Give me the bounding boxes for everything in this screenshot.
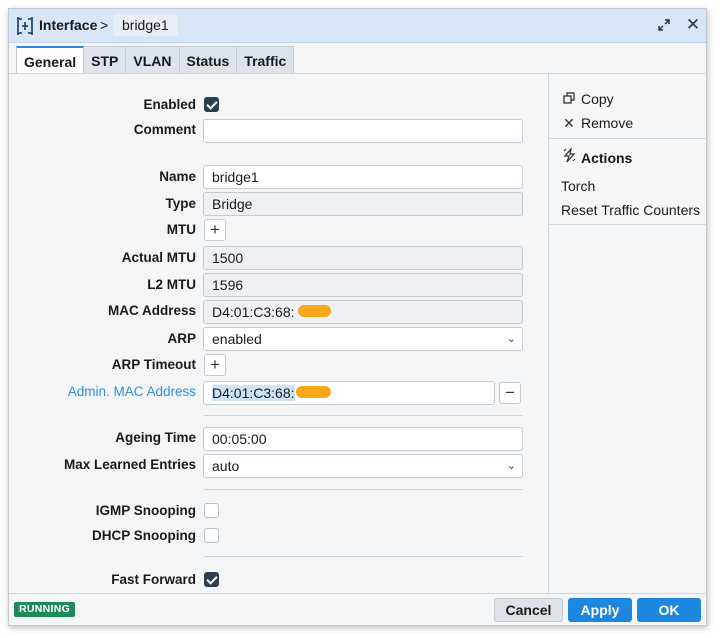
window-title: Interface <box>39 17 98 33</box>
tab-vlan[interactable]: VLAN <box>126 46 180 74</box>
cancel-button[interactable]: Cancel <box>494 598 563 622</box>
igmp-snooping-label: IGMP Snooping <box>95 503 196 518</box>
mac-address-value: D4:01:C3:68: <box>212 304 295 320</box>
ok-button[interactable]: OK <box>637 598 701 622</box>
interface-window: Interface > bridge1 ✕ General STP VLAN S… <box>8 8 707 626</box>
dialog-footer: RUNNING Cancel Apply OK <box>9 593 706 625</box>
side-divider <box>549 224 707 225</box>
l2-mtu-label: L2 MTU <box>147 277 196 292</box>
fast-forward-checkbox[interactable] <box>204 572 219 587</box>
max-learned-select[interactable]: auto ⌄ <box>203 454 523 478</box>
remove-label: Remove <box>581 115 634 131</box>
ageing-time-field[interactable]: 00:05:00 <box>203 427 523 451</box>
close-icon[interactable]: ✕ <box>685 16 701 34</box>
mtu-add-button[interactable]: + <box>204 219 226 241</box>
arp-value: enabled <box>212 331 262 347</box>
torch-button[interactable]: Torch <box>561 178 595 194</box>
mac-address-label: MAC Address <box>107 303 196 318</box>
section-divider <box>204 415 523 416</box>
copy-label: Copy <box>581 91 614 107</box>
side-panel: Copy ✕ Remove Actions Torch Reset Traffic… <box>548 73 707 593</box>
tab-traffic[interactable]: Traffic <box>237 46 295 74</box>
admin-mac-value: D4:01:C3:68: <box>212 385 295 401</box>
mac-address-field: D4:01:C3:68: <box>203 300 523 324</box>
chevron-down-icon: ⌄ <box>506 333 516 345</box>
general-form: Enabled Comment Name bridge1 Type Bridge… <box>9 73 548 593</box>
reset-traffic-counters-button[interactable]: Reset Traffic Counters <box>561 202 700 218</box>
type-field: Bridge <box>203 192 523 216</box>
tab-bar: General STP VLAN Status Traffic <box>16 46 295 74</box>
tab-general[interactable]: General <box>16 46 85 74</box>
remove-button[interactable]: ✕ Remove <box>561 115 633 132</box>
actions-label: Actions <box>581 150 633 166</box>
copy-icon <box>561 91 577 107</box>
window-titlebar[interactable]: Interface > bridge1 ✕ <box>9 9 706 43</box>
admin-mac-label: Admin. MAC Address <box>67 384 196 399</box>
side-divider <box>549 138 707 139</box>
mtu-label: MTU <box>166 222 196 237</box>
l2-mtu-field: 1596 <box>203 273 523 297</box>
section-divider <box>204 489 523 490</box>
actual-mtu-field: 1500 <box>203 246 523 270</box>
actual-mtu-label: Actual MTU <box>121 250 196 265</box>
arp-timeout-label: ARP Timeout <box>111 357 196 372</box>
comment-label: Comment <box>133 122 196 137</box>
expand-icon[interactable] <box>657 18 671 32</box>
admin-mac-field[interactable]: D4:01:C3:68: <box>203 381 495 405</box>
actions-heading: Actions <box>561 146 633 166</box>
status-badge: RUNNING <box>14 602 76 617</box>
arp-label: ARP <box>167 331 196 346</box>
igmp-snooping-checkbox[interactable] <box>204 503 219 518</box>
max-learned-label: Max Learned Entries <box>63 457 196 472</box>
name-field[interactable]: bridge1 <box>203 165 523 189</box>
type-label: Type <box>165 196 196 211</box>
dhcp-snooping-checkbox[interactable] <box>204 528 219 543</box>
redaction-mark <box>296 386 331 398</box>
max-learned-value: auto <box>212 458 240 474</box>
tab-stp[interactable]: STP <box>84 46 127 74</box>
close-icon: ✕ <box>563 115 575 131</box>
breadcrumb-separator: > <box>100 17 109 33</box>
enabled-checkbox[interactable] <box>204 97 219 112</box>
arp-timeout-add-button[interactable]: + <box>204 354 226 376</box>
tab-status[interactable]: Status <box>179 46 238 74</box>
chevron-down-icon: ⌄ <box>506 460 516 472</box>
interface-icon <box>15 15 35 37</box>
lightning-icon <box>561 146 577 166</box>
admin-mac-remove-button[interactable]: − <box>499 382 521 404</box>
section-divider <box>204 556 523 557</box>
name-label: Name <box>159 169 196 184</box>
redaction-mark <box>298 305 331 317</box>
dhcp-snooping-label: DHCP Snooping <box>92 528 196 543</box>
fast-forward-label: Fast Forward <box>111 572 196 587</box>
apply-button[interactable]: Apply <box>568 598 632 622</box>
enabled-label: Enabled <box>143 97 196 112</box>
breadcrumb-item: bridge1 <box>113 14 178 36</box>
ageing-time-label: Ageing Time <box>115 430 196 445</box>
copy-button[interactable]: Copy <box>561 91 614 107</box>
comment-field[interactable] <box>203 119 523 143</box>
arp-select[interactable]: enabled ⌄ <box>203 327 523 351</box>
